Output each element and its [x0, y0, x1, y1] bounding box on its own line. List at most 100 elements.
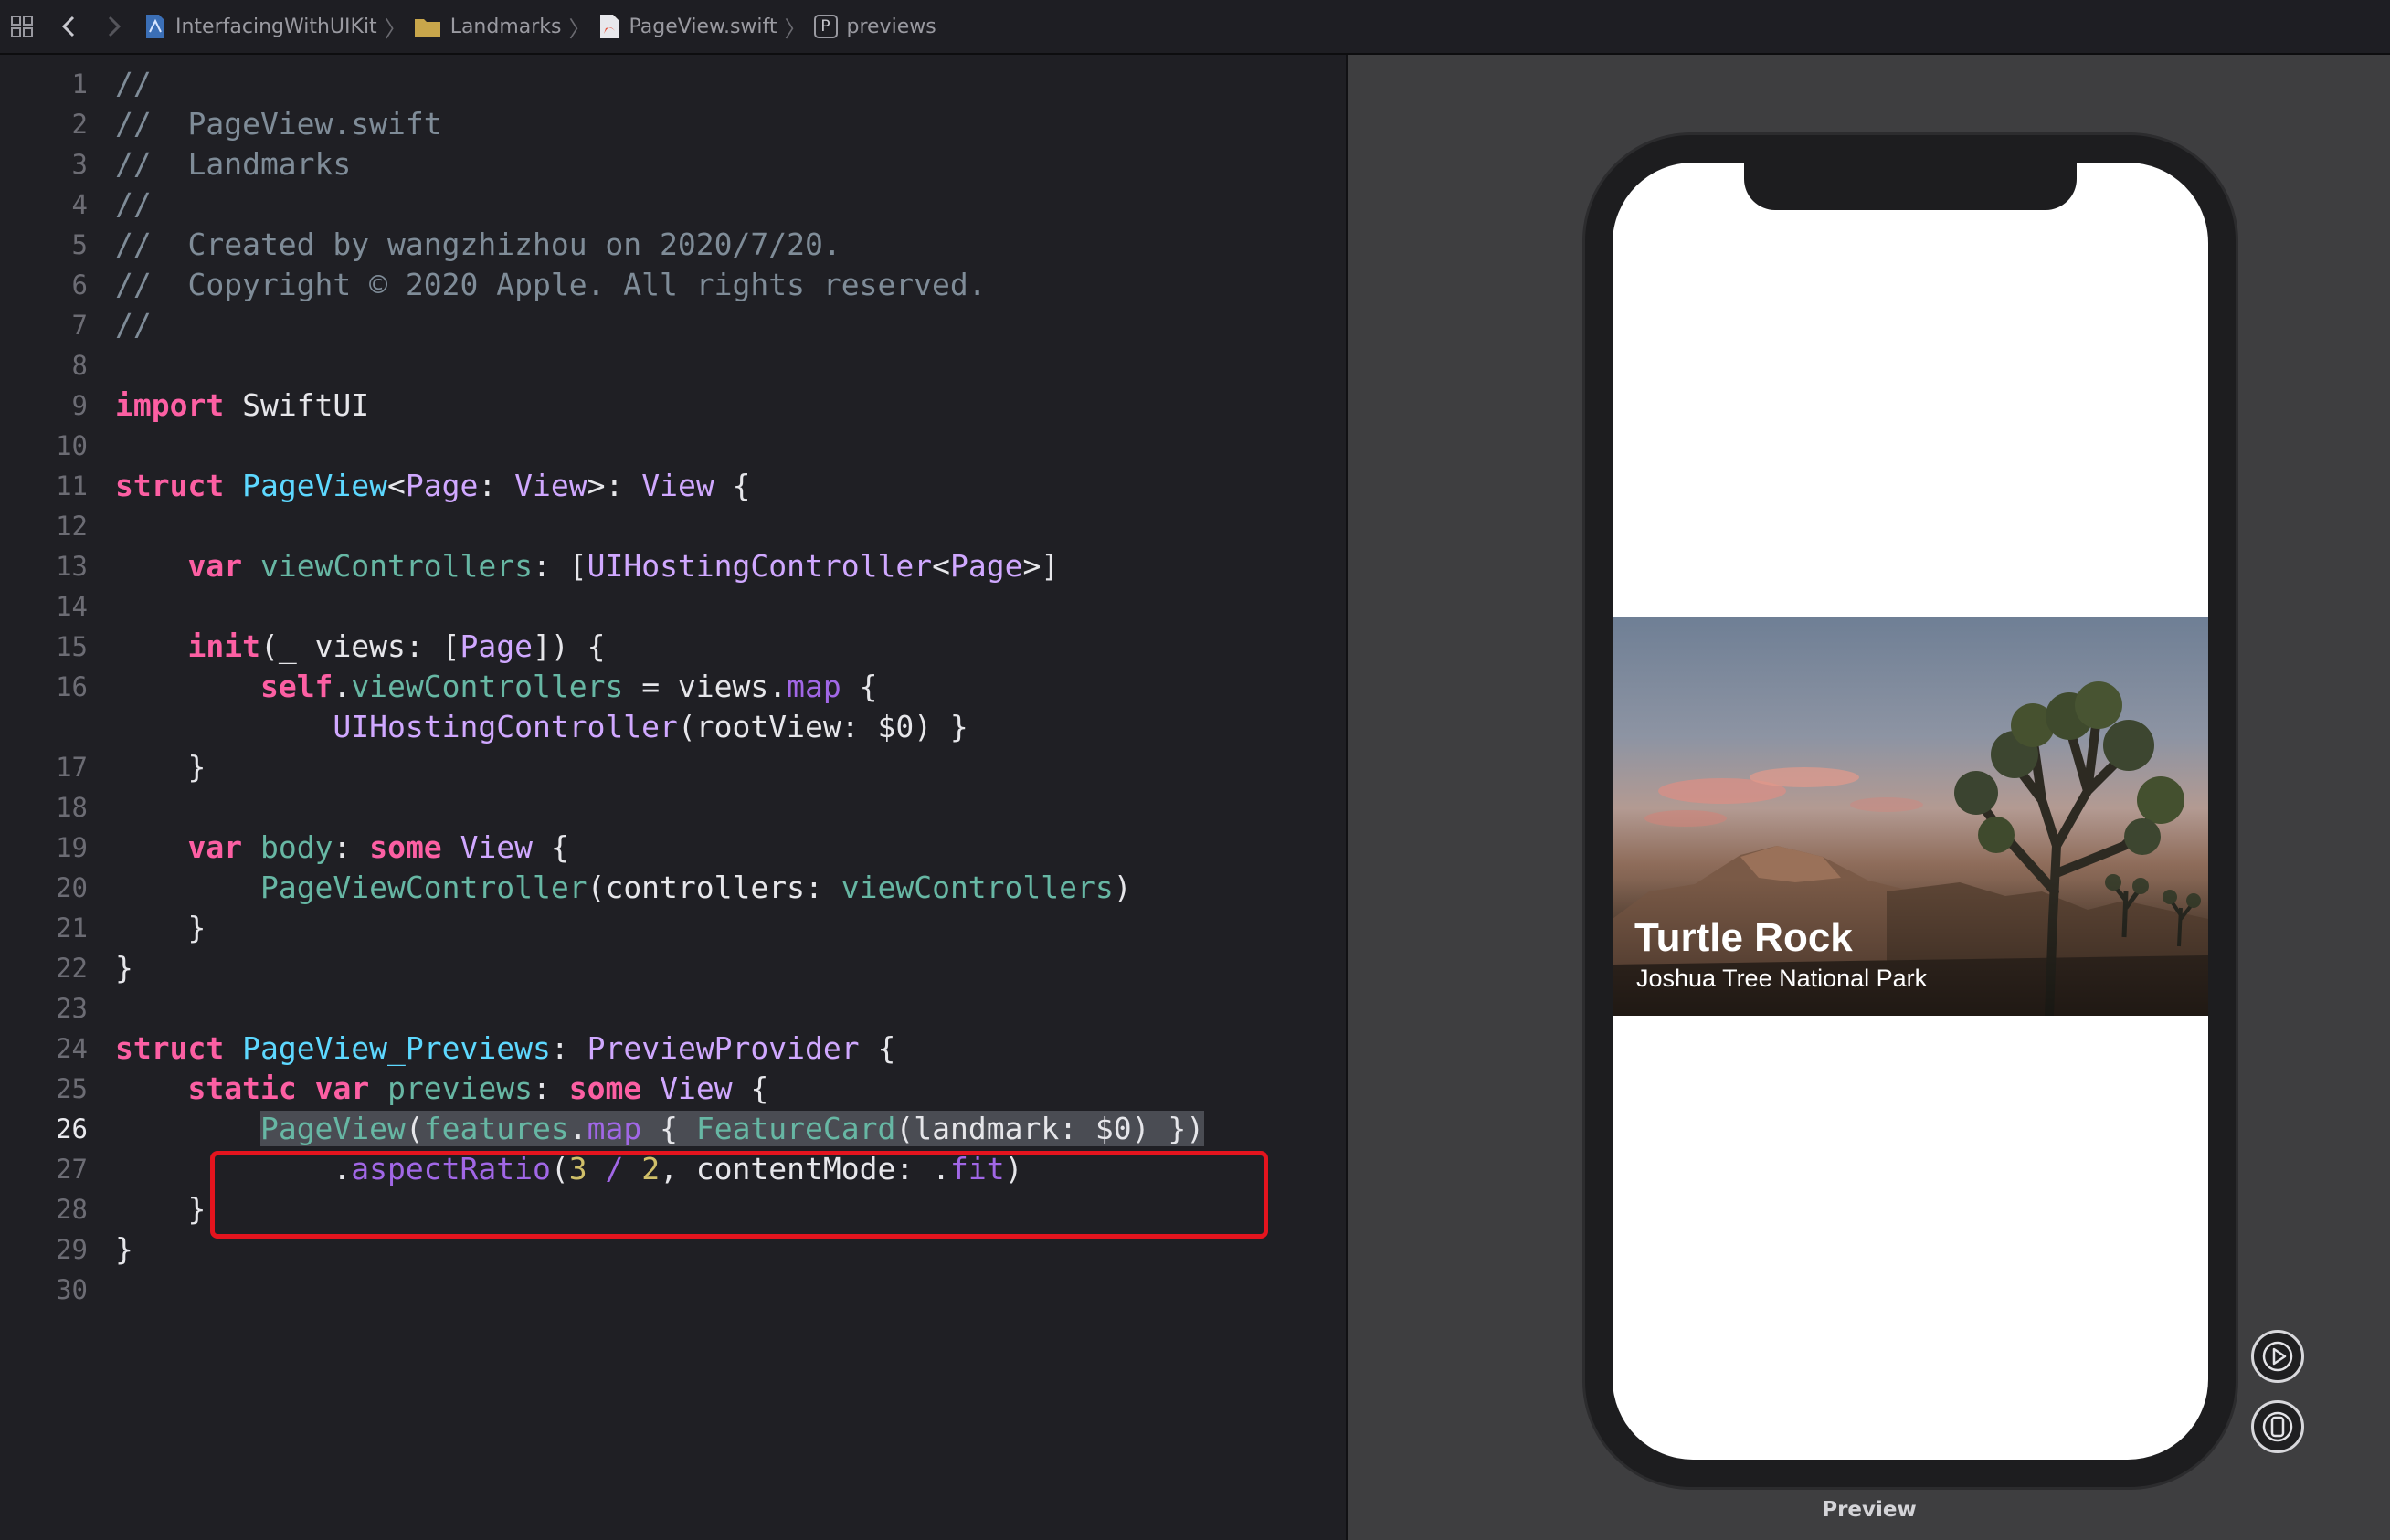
- code-token: {: [841, 669, 878, 704]
- device-notch: [1744, 163, 2077, 210]
- line-number: 8: [71, 350, 88, 381]
- code-token: body: [259, 829, 333, 865]
- code-token: (: [405, 1111, 424, 1146]
- code-line[interactable]: }: [115, 747, 206, 787]
- code-token: static: [187, 1071, 297, 1106]
- code-token: (_ views: [: [259, 628, 460, 664]
- code-line[interactable]: //: [115, 185, 152, 225]
- line-number: 9: [71, 390, 88, 421]
- code-line[interactable]: import SwiftUI: [115, 385, 369, 426]
- code-line[interactable]: // PageView.swift: [115, 104, 442, 144]
- folder-icon: [414, 19, 440, 37]
- code-token: : [: [532, 548, 587, 584]
- line-number: 25: [56, 1073, 88, 1104]
- code-token: {: [714, 468, 751, 503]
- navigation-bar: InterfacingWithUIKit 〉 Landmarks 〉 PageV…: [0, 0, 2390, 55]
- code-token: }: [115, 749, 206, 785]
- code-token: = views.: [623, 669, 788, 704]
- code-token: PageViewController: [259, 870, 587, 905]
- code-token: }: [115, 910, 206, 945]
- code-line[interactable]: struct PageView<Page: View>: View {: [115, 466, 750, 506]
- code-token: (rootView: $0) }: [677, 709, 968, 744]
- device-frame: Turtle Rock Joshua Tree National Park: [1585, 135, 2236, 1487]
- line-number: 10: [56, 430, 88, 461]
- code-token: viewControllers: [351, 669, 624, 704]
- code-token: var: [314, 1071, 370, 1106]
- line-number: 30: [56, 1274, 88, 1305]
- line-number: 23: [56, 993, 88, 1024]
- code-token: {: [859, 1030, 896, 1066]
- code-line[interactable]: self.viewControllers = views.map {: [115, 667, 878, 707]
- code-token: {: [641, 1111, 696, 1146]
- preview-label: Preview: [1822, 1498, 1917, 1522]
- breadcrumb-item-project[interactable]: InterfacingWithUIKit: [144, 14, 377, 39]
- code-token: View: [660, 1071, 733, 1106]
- breadcrumb-label: previews: [846, 15, 936, 38]
- line-number: 2: [71, 109, 88, 140]
- code-line[interactable]: struct PageView_Previews: PreviewProvide…: [115, 1028, 895, 1069]
- swift-file-icon: [599, 15, 619, 38]
- code-line[interactable]: UIHostingController(rootView: $0) }: [115, 707, 968, 747]
- code-token: previews: [387, 1071, 534, 1106]
- chevron-right-icon: 〉: [384, 16, 407, 42]
- code-line[interactable]: // Created by wangzhizhou on 2020/7/20.: [115, 225, 841, 265]
- breadcrumb-label: Landmarks: [449, 15, 562, 38]
- related-items-button[interactable]: [0, 0, 44, 53]
- code-line[interactable]: }: [115, 948, 133, 988]
- source-editor[interactable]: 1 2 3 4 5 6 7 8 9 10 11 12 13 14 15 16 17 18 19 20 21 22 23 24 2…: [0, 55, 1346, 1540]
- code-token: :: [478, 468, 515, 503]
- code-line[interactable]: var viewControllers: [UIHostingControlle…: [115, 546, 1059, 586]
- code-token: {: [533, 829, 569, 865]
- code-line[interactable]: PageView(features.map { FeatureCard(land…: [115, 1109, 1205, 1149]
- code-token: <: [387, 468, 406, 503]
- line-number: 12: [56, 511, 88, 542]
- device-icon: [2262, 1411, 2293, 1442]
- code-token: PageView: [242, 468, 388, 503]
- code-token: features: [423, 1111, 569, 1146]
- forward-button[interactable]: [93, 0, 135, 53]
- preview-canvas: Turtle Rock Joshua Tree National Park Pr…: [1348, 55, 2390, 1540]
- code-token: <: [932, 548, 950, 584]
- breadcrumb-item-folder[interactable]: Landmarks: [414, 16, 562, 38]
- code-line[interactable]: static var previews: some View {: [115, 1069, 768, 1109]
- code-token: }: [115, 1231, 133, 1267]
- property-icon: P: [813, 15, 838, 38]
- code-line[interactable]: PageViewController(controllers: viewCont…: [115, 868, 1132, 908]
- code-line[interactable]: }: [115, 908, 206, 948]
- code-line[interactable]: }: [115, 1189, 206, 1229]
- project-icon: [146, 15, 164, 38]
- live-preview-button[interactable]: [2251, 1330, 2304, 1383]
- code-line[interactable]: //: [115, 64, 152, 104]
- code-token: ]) {: [533, 628, 606, 664]
- breadcrumb-item-file[interactable]: PageView.swift: [598, 14, 777, 39]
- chevron-right-icon: 〉: [568, 16, 591, 42]
- code-token: :: [550, 1030, 587, 1066]
- code-token: // PageView.swift: [115, 106, 442, 142]
- code-line[interactable]: var body: some View {: [115, 828, 569, 868]
- code-token: some: [568, 1071, 642, 1106]
- code-token: struct: [115, 1030, 225, 1066]
- preview-on-device-button[interactable]: [2251, 1400, 2304, 1453]
- code-line[interactable]: }: [115, 1229, 133, 1270]
- back-button[interactable]: [44, 0, 93, 53]
- line-number: 6: [71, 269, 88, 301]
- device-screen[interactable]: Turtle Rock Joshua Tree National Park: [1613, 163, 2208, 1460]
- breadcrumb-item-symbol[interactable]: P previews: [813, 15, 936, 38]
- code-token: {: [732, 1071, 769, 1106]
- code-line[interactable]: //: [115, 305, 152, 345]
- line-number: 27: [56, 1154, 88, 1185]
- code-line[interactable]: init(_ views: [Page]) {: [115, 627, 605, 667]
- feature-card[interactable]: Turtle Rock Joshua Tree National Park: [1613, 617, 2208, 1016]
- code-token: viewControllers: [259, 548, 533, 584]
- chevron-right-icon: 〉: [784, 16, 807, 42]
- code-line[interactable]: // Landmarks: [115, 144, 351, 185]
- code-line[interactable]: // Copyright © 2020 Apple. All rights re…: [115, 265, 987, 305]
- line-number: 16: [56, 671, 88, 702]
